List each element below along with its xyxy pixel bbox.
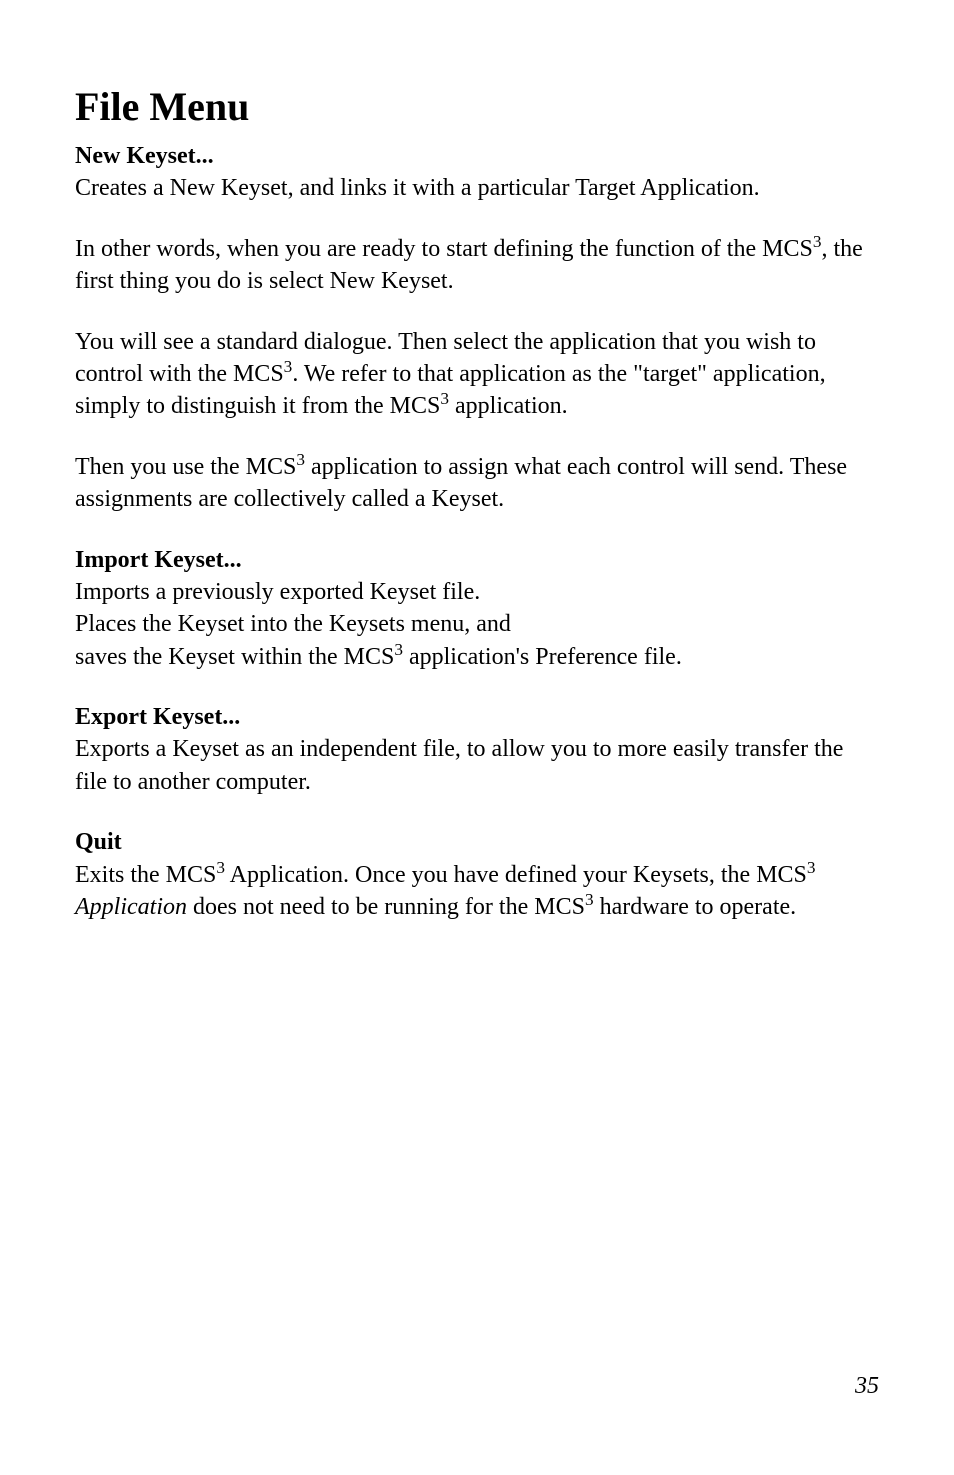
new-keyset-p2: In other words, when you are ready to st… [75, 233, 879, 298]
new-keyset-p1: Creates a New Keyset, and links it with … [75, 172, 879, 204]
page-content: File Menu New Keyset... Creates a New Ke… [0, 0, 954, 983]
text-run: Application. Once you have defined your … [225, 862, 807, 888]
text-run: Then you use the MCS [75, 454, 296, 480]
superscript: 3 [296, 450, 305, 469]
export-keyset-p1: Exports a Keyset as an independent file,… [75, 733, 879, 798]
new-keyset-p4: Then you use the MCS3 application to ass… [75, 451, 879, 516]
text-run: application's Preference file. [403, 644, 682, 670]
superscript: 3 [585, 890, 594, 909]
text-run-italic: Application [75, 894, 187, 920]
text-run: In other words, when you are ready to st… [75, 236, 813, 262]
import-keyset-l1: Imports a previously exported Keyset fil… [75, 576, 879, 608]
text-run: saves the Keyset within the MCS [75, 644, 394, 670]
heading-export-keyset: Export Keyset... [75, 701, 879, 733]
page-number: 35 [855, 1373, 879, 1400]
text-run: does not need to be running for the MCS [187, 894, 585, 920]
superscript: 3 [216, 858, 225, 877]
text-run: hardware to operate. [594, 894, 797, 920]
quit-p1: Exits the MCS3 Application. Once you hav… [75, 859, 879, 924]
import-keyset-l2: Places the Keyset into the Keysets menu,… [75, 608, 879, 640]
superscript: 3 [394, 640, 403, 659]
superscript: 3 [807, 858, 816, 877]
heading-new-keyset: New Keyset... [75, 140, 879, 172]
import-keyset-l3: saves the Keyset within the MCS3 applica… [75, 641, 879, 673]
text-run: application. [449, 393, 568, 419]
heading-quit: Quit [75, 826, 879, 858]
heading-import-keyset: Import Keyset... [75, 544, 879, 576]
page-title: File Menu [75, 80, 879, 134]
text-run: Exits the MCS [75, 862, 216, 888]
superscript: 3 [440, 389, 449, 408]
new-keyset-p3: You will see a standard dialogue. Then s… [75, 326, 879, 423]
